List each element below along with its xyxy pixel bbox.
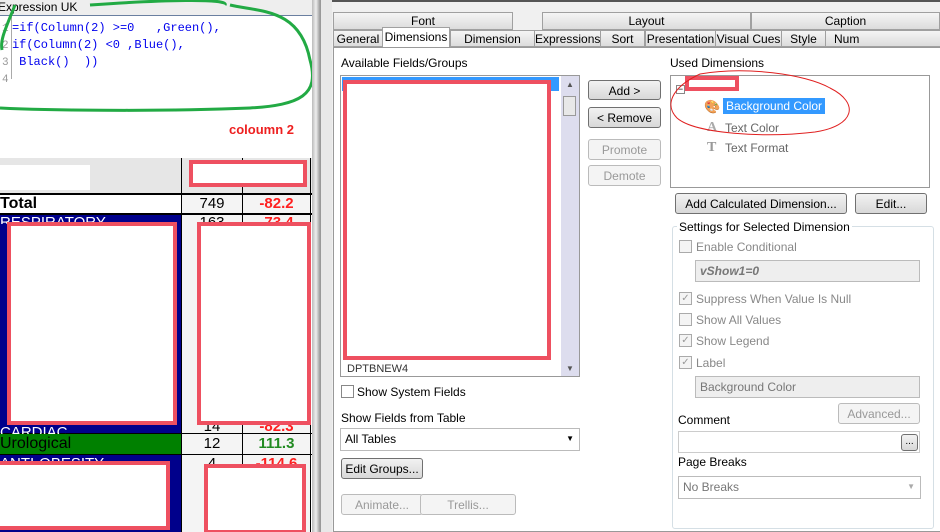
tab-sort[interactable]: Sort — [600, 30, 645, 47]
chart-panel: Expression UK 1 =if(Column(2) >=0 ,Green… — [0, 0, 320, 532]
scrollbar[interactable] — [312, 0, 320, 532]
scroll-down-icon[interactable]: ▼ — [566, 364, 574, 373]
tab-style[interactable]: Style — [781, 30, 826, 47]
comment-label: Comment — [678, 413, 731, 427]
row-label: CARDIAC — [0, 424, 68, 434]
page-breaks-value: No Breaks — [683, 480, 740, 494]
suppress-null-checkbox[interactable]: ✓ — [679, 292, 692, 305]
chevron-down-icon: ▼ — [566, 434, 574, 443]
table-select[interactable]: All Tables ▼ — [340, 428, 580, 451]
chevron-down-icon: ▼ — [907, 482, 915, 491]
page-breaks-label: Page Breaks — [678, 455, 747, 469]
tab-layout[interactable]: Layout — [542, 12, 751, 30]
add-calculated-dimension-button[interactable]: Add Calculated Dimension... — [675, 193, 847, 214]
condition-input[interactable]: vShow1=0 — [695, 260, 920, 282]
redaction-box — [0, 461, 170, 530]
list-scrollbar[interactable]: ▲ ▼ — [561, 76, 579, 376]
row-value: -82.2 — [259, 195, 294, 212]
label-label: Label — [696, 356, 726, 370]
add-button[interactable]: Add > — [588, 80, 661, 100]
table-select-value: All Tables — [345, 432, 397, 446]
window-border — [320, 0, 332, 532]
available-fields-label: Available Fields/Groups — [341, 56, 468, 70]
show-system-fields-checkbox[interactable] — [341, 385, 354, 398]
row-count: 12 — [203, 435, 221, 452]
tab-expressions[interactable]: Expressions — [534, 30, 601, 47]
show-all-values-checkbox[interactable] — [679, 313, 692, 326]
text-format-icon: T — [707, 140, 717, 155]
show-fields-from-table-label: Show Fields from Table — [341, 411, 466, 425]
redaction-box — [204, 464, 306, 532]
tab-dimension-limits[interactable]: Dimension Limits — [450, 30, 535, 62]
redaction-box — [343, 80, 551, 360]
field-item[interactable]: DPTBNEW4 — [345, 363, 411, 375]
label-input[interactable]: Background Color — [695, 376, 920, 398]
header-search[interactable] — [0, 165, 90, 190]
comment-input[interactable] — [678, 431, 920, 453]
tab-caption[interactable]: Caption — [751, 12, 940, 30]
tab-general[interactable]: General — [333, 30, 383, 47]
redaction-box — [197, 222, 311, 425]
column-annotation: coloumn 2 — [229, 122, 295, 137]
suppress-null-label: Suppress When Value Is Null — [696, 292, 852, 306]
animate-button[interactable]: Animate... — [341, 494, 423, 515]
enable-conditional-checkbox[interactable] — [679, 240, 692, 253]
redaction-box — [7, 222, 177, 425]
advanced-button[interactable]: Advanced... — [838, 403, 920, 424]
promote-button[interactable]: Promote — [588, 139, 661, 160]
edit-groups-button[interactable]: Edit Groups... — [341, 458, 423, 479]
page-breaks-select[interactable]: No Breaks ▼ — [678, 476, 921, 499]
dialog-top-border — [332, 0, 940, 2]
show-legend-label: Show Legend — [696, 334, 770, 348]
row-value: 111.3 — [258, 435, 295, 452]
show-all-values-label: Show All Values — [696, 313, 782, 327]
row-label: Total — [0, 195, 38, 212]
redaction-box — [189, 160, 307, 187]
edit-button[interactable]: Edit... — [855, 193, 927, 214]
remove-button[interactable]: < Remove — [588, 107, 661, 128]
enable-conditional-label: Enable Conditional — [696, 240, 797, 254]
tab-presentation[interactable]: Presentation — [645, 30, 716, 47]
show-system-fields-label: Show System Fields — [357, 385, 466, 399]
label-checkbox[interactable]: ✓ — [679, 356, 692, 369]
demote-button[interactable]: Demote — [588, 165, 661, 186]
comment-expand-button[interactable]: ... — [901, 434, 918, 451]
trellis-button[interactable]: Trellis... — [420, 494, 516, 515]
scroll-up-icon[interactable]: ▲ — [566, 80, 574, 89]
tab-visual-cues[interactable]: Visual Cues — [715, 30, 782, 47]
green-annotation-loop — [0, 0, 314, 112]
row-count: 749 — [199, 195, 225, 212]
red-annotation-circle — [670, 70, 850, 136]
show-legend-checkbox[interactable]: ✓ — [679, 334, 692, 347]
tab-dimensions[interactable]: Dimensions — [382, 27, 450, 48]
row-label: Urological — [0, 435, 72, 452]
tree-item-text-format[interactable]: Text Format — [725, 141, 788, 155]
settings-title: Settings for Selected Dimension — [677, 220, 852, 234]
scroll-thumb[interactable] — [563, 96, 576, 116]
tab-number[interactable]: Num — [825, 30, 940, 47]
